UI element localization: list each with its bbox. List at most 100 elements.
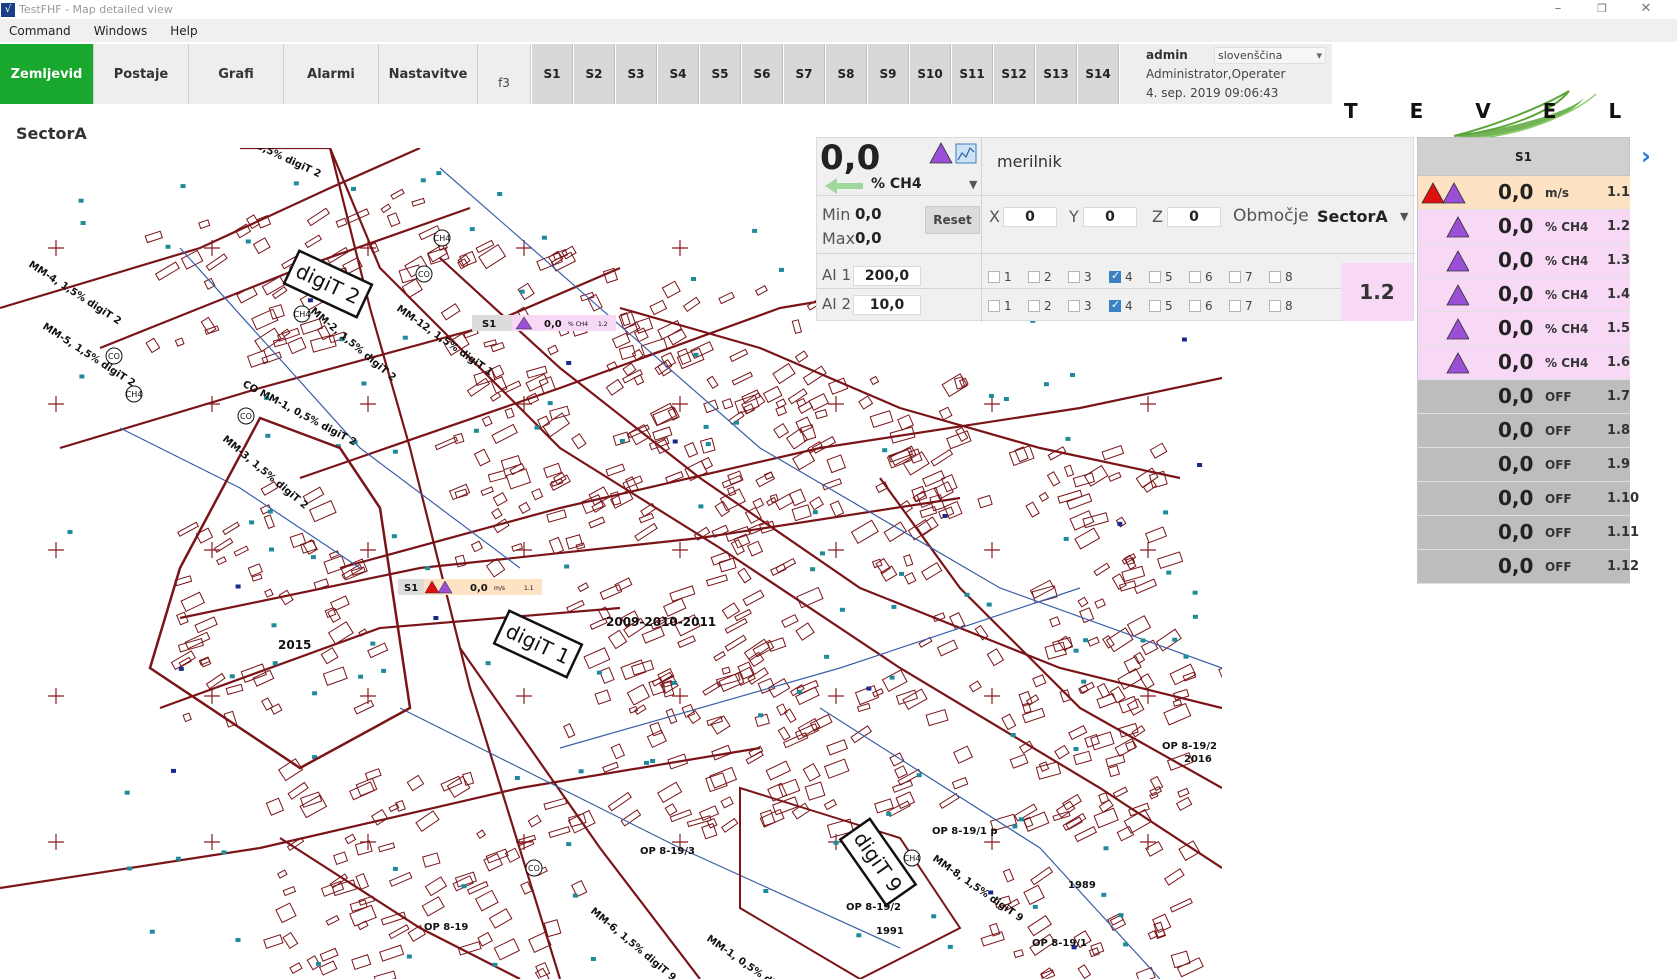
checkbox-box[interactable] bbox=[1068, 300, 1080, 312]
checkbox-box[interactable] bbox=[988, 300, 1000, 312]
grid-cross-mark bbox=[48, 688, 64, 704]
ai1-checkbox-2[interactable]: 2 bbox=[1028, 270, 1052, 284]
sector-button-s8[interactable]: S8 bbox=[826, 44, 867, 104]
sector-button-s6[interactable]: S6 bbox=[742, 44, 783, 104]
menu-help[interactable]: Help bbox=[156, 24, 206, 38]
checkbox-box[interactable] bbox=[1229, 271, 1241, 283]
sector-button-s3[interactable]: S3 bbox=[616, 44, 657, 104]
reset-button[interactable]: Reset bbox=[925, 206, 980, 234]
channel-value: 0,0 bbox=[1498, 350, 1534, 374]
channel-row-1.9[interactable]: 0,0 OFF 1.9 bbox=[1417, 448, 1630, 482]
channel-row-1.10[interactable]: 0,0 OFF 1.10 bbox=[1417, 482, 1639, 516]
ai2-checkbox-8[interactable]: 8 bbox=[1269, 299, 1293, 313]
ai2-checkbox-2[interactable]: 2 bbox=[1028, 299, 1052, 313]
map-badge-s1-ch2[interactable]: S1 0,0 % CH4 1.2 bbox=[472, 315, 616, 331]
ai2-checkbox-4[interactable]: 4 bbox=[1109, 298, 1133, 313]
checkbox-box[interactable] bbox=[1028, 300, 1040, 312]
y-input[interactable]: 0 bbox=[1083, 207, 1137, 227]
ai1-checkbox-8[interactable]: 8 bbox=[1269, 270, 1293, 284]
map-building bbox=[823, 758, 850, 779]
map-building bbox=[881, 669, 908, 693]
sector-button-s1[interactable]: S1 bbox=[532, 44, 573, 104]
channel-row-1.1[interactable]: 0,0 m/s 1.1 bbox=[1417, 176, 1630, 210]
channel-row-1.3[interactable]: 0,0 % CH4 1.3 bbox=[1417, 244, 1630, 278]
checkbox-box[interactable] bbox=[1109, 298, 1121, 312]
nav-alarmi-button[interactable]: Alarmi bbox=[284, 44, 379, 104]
checkbox-box[interactable] bbox=[1028, 271, 1040, 283]
minimize-button[interactable]: – bbox=[1536, 0, 1580, 19]
channel-row-1.4[interactable]: 0,0 % CH4 1.4 bbox=[1417, 278, 1630, 312]
checkbox-box[interactable] bbox=[1189, 271, 1201, 283]
checkbox-box[interactable] bbox=[1068, 271, 1080, 283]
area-select[interactable]: SectorA bbox=[1317, 207, 1388, 226]
channel-row-1.12[interactable]: 0,0 OFF 1.12 bbox=[1417, 550, 1639, 584]
channel-row-1.8[interactable]: 0,0 OFF 1.8 bbox=[1417, 414, 1630, 448]
checkbox-box[interactable] bbox=[988, 271, 1000, 283]
ai2-checkbox-3[interactable]: 3 bbox=[1068, 299, 1092, 313]
sector-button-s11[interactable]: S11 bbox=[952, 44, 993, 104]
checkbox-box[interactable] bbox=[1229, 300, 1241, 312]
map-building bbox=[571, 433, 587, 450]
sector-button-s12[interactable]: S12 bbox=[994, 44, 1035, 104]
checkbox-label: 2 bbox=[1044, 299, 1052, 313]
menu-windows[interactable]: Windows bbox=[80, 24, 157, 38]
ai1-checkbox-1[interactable]: 1 bbox=[988, 270, 1012, 284]
channel-row-1.5[interactable]: 0,0 % CH4 1.5 bbox=[1417, 312, 1630, 346]
menu-command[interactable]: Command bbox=[0, 24, 80, 38]
checkbox-box[interactable] bbox=[1149, 300, 1161, 312]
restore-button[interactable]: ❐ bbox=[1580, 0, 1624, 19]
channel-row-1.7[interactable]: 0,0 OFF 1.7 bbox=[1417, 380, 1630, 414]
checkbox-box[interactable] bbox=[1109, 269, 1121, 283]
sector-button-s14[interactable]: S14 bbox=[1078, 44, 1119, 104]
unit-dropdown[interactable]: % CH4 bbox=[871, 176, 922, 192]
channel-row-1.6[interactable]: 0,0 % CH4 1.6 bbox=[1417, 346, 1630, 380]
channel-row-1.2[interactable]: 0,0 % CH4 1.2 bbox=[1417, 210, 1630, 244]
ai1-input[interactable]: 200,0 bbox=[853, 266, 921, 286]
chevron-down-icon[interactable]: ▼ bbox=[1400, 210, 1408, 223]
map-badge-s1-ch1[interactable]: S1 0,0 m/s 1.1 bbox=[398, 579, 542, 595]
nav-grafi-button[interactable]: Grafi bbox=[189, 44, 284, 104]
ai2-checkbox-5[interactable]: 5 bbox=[1149, 299, 1173, 313]
sector-button-s13[interactable]: S13 bbox=[1036, 44, 1077, 104]
map-ch4-label-1: CH4 bbox=[434, 234, 451, 243]
ai2-checkbox-6[interactable]: 6 bbox=[1189, 299, 1213, 313]
ai2-checkbox-1[interactable]: 1 bbox=[988, 299, 1012, 313]
ai2-checkbox-7[interactable]: 7 bbox=[1229, 299, 1253, 313]
sector-button-s7[interactable]: S7 bbox=[784, 44, 825, 104]
channel-row-1.11[interactable]: 0,0 OFF 1.11 bbox=[1417, 516, 1639, 550]
ai1-checkbox-5[interactable]: 5 bbox=[1149, 270, 1173, 284]
map-sensor-marker bbox=[566, 842, 572, 847]
map-building bbox=[1176, 957, 1204, 978]
sector-button-s2[interactable]: S2 bbox=[574, 44, 615, 104]
grid-cross-mark bbox=[360, 396, 376, 412]
ai1-checkbox-3[interactable]: 3 bbox=[1068, 270, 1092, 284]
ai2-input[interactable]: 10,0 bbox=[853, 295, 921, 315]
z-input[interactable]: 0 bbox=[1167, 207, 1221, 227]
checkbox-box[interactable] bbox=[1189, 300, 1201, 312]
nav-postaje-button[interactable]: Postaje bbox=[94, 44, 189, 104]
x-input[interactable]: 0 bbox=[1003, 207, 1057, 227]
checkbox-box[interactable] bbox=[1269, 300, 1281, 312]
chevron-down-icon[interactable]: ▼ bbox=[969, 178, 977, 191]
checkbox-box[interactable] bbox=[1149, 271, 1161, 283]
ai1-checkbox-7[interactable]: 7 bbox=[1229, 270, 1253, 284]
nav-zemljevid-button[interactable]: Zemljevid bbox=[0, 44, 94, 104]
sector-button-s9[interactable]: S9 bbox=[868, 44, 909, 104]
sector-button-s10[interactable]: S10 bbox=[910, 44, 951, 104]
sector-button-s4[interactable]: S4 bbox=[658, 44, 699, 104]
map-building bbox=[271, 286, 288, 300]
ai1-checkbox-6[interactable]: 6 bbox=[1189, 270, 1213, 284]
map-building bbox=[607, 791, 632, 812]
language-select[interactable]: slovenščina bbox=[1214, 47, 1326, 64]
chevron-right-icon[interactable]: › bbox=[1641, 142, 1651, 170]
nav-nastavitve-button[interactable]: Nastavitve bbox=[379, 44, 478, 104]
ai1-checkbox-4[interactable]: 4 bbox=[1109, 269, 1133, 284]
sector-button-s5[interactable]: S5 bbox=[700, 44, 741, 104]
checkbox-box[interactable] bbox=[1269, 271, 1281, 283]
close-button[interactable]: ✕ bbox=[1624, 0, 1668, 19]
map-building bbox=[804, 781, 826, 801]
f3-button[interactable]: f3 bbox=[478, 44, 531, 104]
grid-cross-mark bbox=[828, 688, 844, 704]
grid-cross-mark bbox=[984, 688, 1000, 704]
back-arrow-icon[interactable] bbox=[825, 176, 865, 196]
